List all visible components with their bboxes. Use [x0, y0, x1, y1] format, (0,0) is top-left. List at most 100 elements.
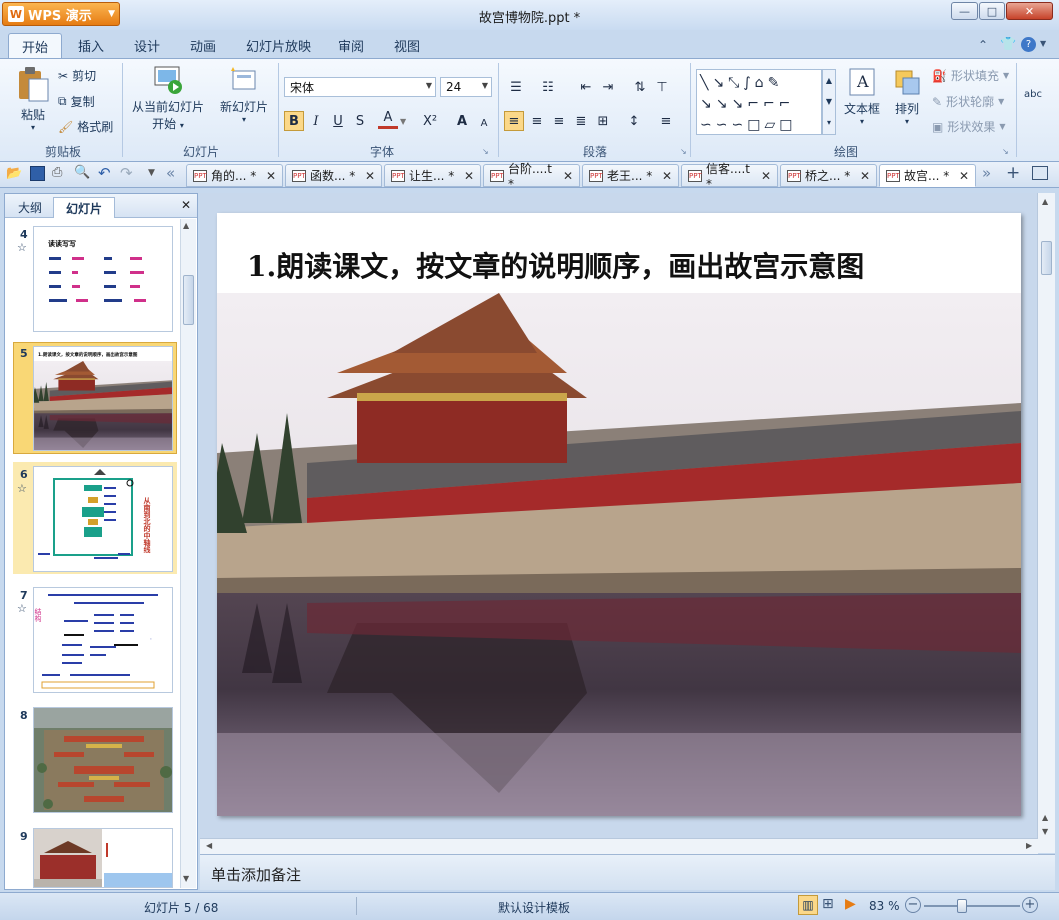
elbow-connector-icon[interactable]: ⌐: [763, 96, 779, 112]
help-icon[interactable]: ?: [1021, 37, 1036, 52]
curved-connector-icon[interactable]: ∽: [716, 117, 732, 133]
bullets-icon[interactable]: ☰: [506, 77, 526, 97]
slide-sorter-icon[interactable]: ⊞: [822, 896, 834, 912]
dialog-launcher-icon[interactable]: ↘: [1002, 147, 1009, 156]
line-shape-icon[interactable]: ╲: [700, 75, 712, 91]
tab-review[interactable]: 审阅: [338, 36, 364, 55]
font-color-button[interactable]: A: [378, 109, 398, 129]
help-dropdown-icon[interactable]: ▼: [1040, 39, 1046, 48]
open-folder-icon[interactable]: 📂: [6, 166, 22, 181]
arrow-shape-icon[interactable]: ↘: [712, 75, 728, 91]
slide-thumbnail-selected[interactable]: 1.朗读课文，按文章的说明顺序，画出故宫示意图: [33, 346, 173, 451]
close-tab-icon[interactable]: ✕: [563, 169, 573, 183]
connector-shape-icon[interactable]: ↘: [716, 96, 732, 112]
italic-button[interactable]: I: [306, 111, 326, 131]
forbidden-city-photo[interactable]: [217, 293, 1021, 816]
distributed-icon[interactable]: ⊞: [593, 111, 613, 131]
dialog-launcher-icon[interactable]: ↘: [482, 147, 489, 156]
play-from-current-button[interactable]: 从当前幻灯片 开始 ▾: [128, 65, 208, 132]
freeform-shape-icon[interactable]: ⌂: [755, 75, 768, 91]
notes-pane[interactable]: 单击添加备注: [200, 854, 1055, 890]
shape-outline-button[interactable]: ✎ 形状轮廓 ▼: [932, 93, 1004, 110]
tab-scroll-right-icon[interactable]: »: [982, 164, 991, 182]
align-right-icon[interactable]: ≡: [549, 111, 569, 131]
textbox-button[interactable]: A 文本框 ▾: [840, 67, 884, 126]
normal-view-icon[interactable]: ▥: [798, 895, 818, 915]
scroll-left-icon[interactable]: ◀: [206, 841, 212, 850]
shape-fill-button[interactable]: ⛽ 形状填充 ▼: [932, 67, 1009, 84]
parallelogram-shape-icon[interactable]: ▱: [764, 117, 779, 133]
cut-button[interactable]: ✂ 剪切: [58, 67, 96, 84]
close-tab-icon[interactable]: ✕: [266, 169, 276, 183]
ribbon-collapse-icon[interactable]: ⌃: [978, 38, 988, 52]
font-size-select[interactable]: 24 ▼: [440, 77, 492, 97]
close-tab-icon[interactable]: ✕: [662, 169, 672, 183]
line-spacing-icon[interactable]: ↕: [624, 111, 644, 131]
double-arrow-shape-icon[interactable]: ⤡: [728, 75, 743, 91]
tab-scroll-left-icon[interactable]: «: [166, 164, 175, 182]
editor-vertical-scrollbar[interactable]: ▲ ▲ ▼: [1037, 193, 1055, 853]
zoom-in-icon[interactable]: +: [1022, 897, 1038, 913]
slide-thumbnail[interactable]: 读读写写: [33, 226, 173, 332]
curved-connector-icon[interactable]: ∽: [700, 117, 716, 133]
scroll-thumb[interactable]: [183, 275, 194, 325]
document-tab[interactable]: PPT 让生... * ✕: [384, 164, 481, 187]
minimize-button[interactable]: —: [951, 2, 978, 20]
close-tab-icon[interactable]: ✕: [365, 169, 375, 183]
dialog-launcher-icon[interactable]: ↘: [680, 147, 687, 156]
numbering-icon[interactable]: ☷: [538, 77, 558, 97]
slideshow-icon[interactable]: ▶: [845, 896, 856, 912]
tab-design[interactable]: 设计: [134, 36, 160, 55]
scroll-up-icon[interactable]: ▲: [1042, 197, 1048, 206]
zoom-out-icon[interactable]: −: [905, 897, 921, 913]
rectangle-shape-icon[interactable]: □: [747, 117, 764, 133]
shadow-button[interactable]: S: [350, 111, 370, 131]
document-tab[interactable]: PPT 角的... * ✕: [186, 164, 283, 187]
document-tab[interactable]: PPT 台阶....t * ✕: [483, 162, 580, 191]
shrink-font-button[interactable]: A: [474, 113, 494, 133]
format-painter-button[interactable]: 🖌 格式刷: [58, 118, 113, 135]
text-direction-icon[interactable]: ⇅: [630, 77, 650, 97]
decrease-indent-icon[interactable]: ⇤: [576, 77, 596, 97]
slide-thumbnail[interactable]: 结构 .: [33, 587, 173, 693]
skin-icon[interactable]: 👕: [1000, 37, 1016, 52]
text-style-abc-icon[interactable]: abc: [1024, 89, 1042, 100]
document-tab[interactable]: PPT 故宫... * ✕: [879, 164, 976, 187]
maximize-button[interactable]: □: [979, 2, 1005, 20]
superscript-button[interactable]: X²: [420, 111, 440, 131]
increase-indent-icon[interactable]: ⇥: [598, 77, 618, 97]
elbow-connector-icon[interactable]: ⌐: [747, 96, 763, 112]
align-center-icon[interactable]: ≡: [527, 111, 547, 131]
document-tab[interactable]: PPT 函数... * ✕: [285, 164, 382, 187]
document-tab[interactable]: PPT 桥之... * ✕: [780, 164, 877, 187]
bold-button[interactable]: B: [284, 111, 304, 131]
scroll-down-icon[interactable]: ▼: [183, 874, 189, 883]
document-tab[interactable]: PPT 老王... * ✕: [582, 164, 679, 187]
justify-icon[interactable]: ≣: [571, 111, 591, 131]
elbow-connector-icon[interactable]: ⌐: [779, 96, 795, 112]
shape-effect-button[interactable]: ▣ 形状效果 ▼: [932, 118, 1006, 135]
curve-shape-icon[interactable]: ∫: [743, 75, 754, 91]
arrange-button[interactable]: 排列 ▾: [886, 67, 928, 126]
close-tab-icon[interactable]: ✕: [959, 169, 969, 183]
chevron-down-icon[interactable]: ▼: [400, 117, 406, 126]
scroll-right-icon[interactable]: ▶: [1026, 841, 1032, 850]
close-tab-icon[interactable]: ✕: [761, 169, 771, 183]
grow-font-button[interactable]: A: [452, 111, 472, 131]
prev-slide-icon[interactable]: ▲: [1042, 813, 1048, 822]
scroll-up-icon[interactable]: ▲: [183, 221, 189, 230]
align-left-icon[interactable]: ≡: [504, 111, 524, 131]
next-slide-icon[interactable]: ▼: [1042, 827, 1048, 836]
print-preview-icon[interactable]: 🔍: [74, 165, 90, 180]
tab-view[interactable]: 视图: [394, 36, 420, 55]
undo-icon[interactable]: ↶: [98, 164, 111, 182]
redo-icon[interactable]: ↷: [120, 164, 133, 182]
curved-connector-icon[interactable]: ∽: [731, 117, 747, 133]
tab-list-icon[interactable]: [1032, 166, 1048, 180]
print-icon[interactable]: ⎙: [52, 165, 62, 180]
editor-horizontal-scrollbar[interactable]: ◀ ▶: [200, 838, 1038, 854]
slide-pane-scrollbar[interactable]: ▲ ▼: [180, 219, 196, 888]
tab-outline[interactable]: 大纲: [9, 197, 51, 218]
close-pane-icon[interactable]: ✕: [181, 198, 191, 212]
document-tab[interactable]: PPT 信客....t * ✕: [681, 162, 778, 191]
